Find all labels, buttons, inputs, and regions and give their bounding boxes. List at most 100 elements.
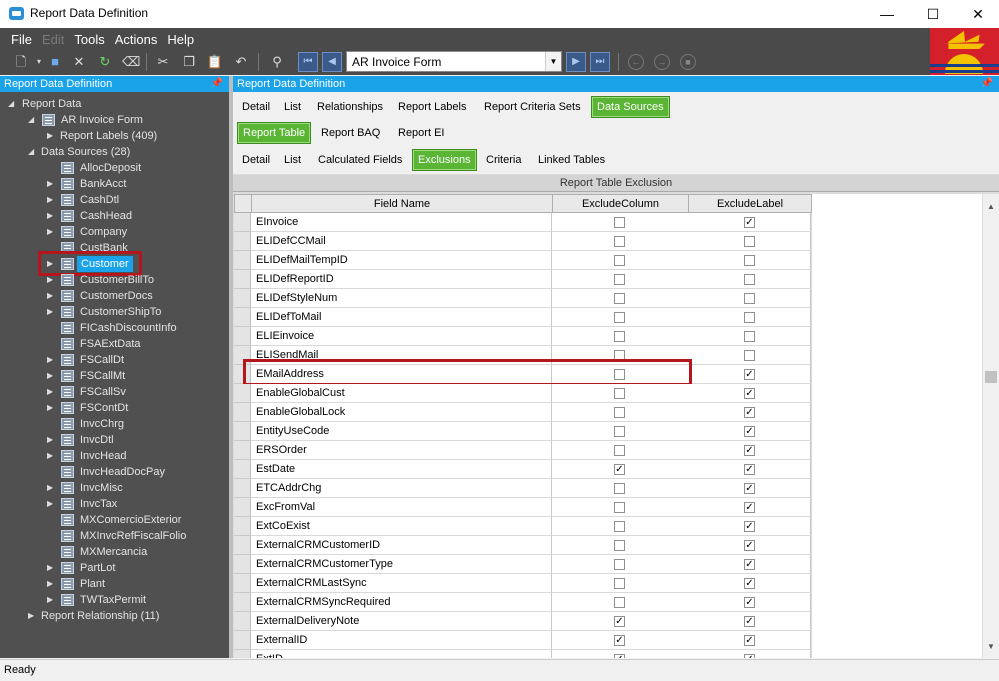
expand-arrow-icon[interactable]: ▶ xyxy=(47,352,56,368)
expand-arrow-icon[interactable]: ▶ xyxy=(47,176,56,192)
tree-node-fscallmt[interactable]: ▶ FSCallMt xyxy=(0,368,229,384)
exclude-label-checkbox[interactable]: ✓ xyxy=(744,217,755,228)
menu-file[interactable]: File xyxy=(6,32,37,48)
clear-icon[interactable]: ⌫ xyxy=(122,53,140,71)
undo-icon[interactable]: ↶ xyxy=(232,53,250,71)
exclude-column-checkbox[interactable] xyxy=(614,236,625,247)
expand-arrow-icon[interactable]: ▶ xyxy=(47,432,56,448)
table-row[interactable]: ExtCoExist ✓ xyxy=(234,517,811,536)
exclude-column-checkbox[interactable]: ✓ xyxy=(614,635,625,646)
table-row[interactable]: EntityUseCode ✓ xyxy=(234,422,811,441)
row-selector[interactable] xyxy=(234,460,251,479)
row-selector[interactable] xyxy=(234,422,251,441)
table-row[interactable]: ELIDefReportID xyxy=(234,270,811,289)
tree-node-customerdocs[interactable]: ▶ CustomerDocs xyxy=(0,288,229,304)
expand-arrow-icon[interactable]: ▶ xyxy=(47,224,56,240)
pin-icon[interactable]: 📌 xyxy=(211,76,223,92)
row-selector[interactable] xyxy=(234,441,251,460)
tab-data-sources[interactable]: Data Sources xyxy=(591,96,670,118)
table-row[interactable]: ExternalCRMCustomerID ✓ xyxy=(234,536,811,555)
table-row[interactable]: EnableGlobalCust ✓ xyxy=(234,384,811,403)
exclude-column-checkbox[interactable] xyxy=(614,312,625,323)
row-selector[interactable] xyxy=(234,384,251,403)
row-selector[interactable] xyxy=(234,650,251,658)
tree-node-customershipto[interactable]: ▶ CustomerShipTo xyxy=(0,304,229,320)
form-select[interactable]: AR Invoice Form ▼ xyxy=(346,51,562,72)
table-row[interactable]: ELIDefToMail xyxy=(234,308,811,327)
tree-node-invcheaddocpay[interactable]: InvcHeadDocPay xyxy=(0,464,229,480)
tree-node-invchead[interactable]: ▶ InvcHead xyxy=(0,448,229,464)
field-name-cell[interactable]: ExternalCRMCustomerID xyxy=(251,536,552,555)
table-row[interactable]: ExternalDeliveryNote ✓ ✓ xyxy=(234,612,811,631)
tab-list[interactable]: List xyxy=(279,96,306,118)
row-selector[interactable] xyxy=(234,612,251,631)
previous-record-icon[interactable]: ◀ xyxy=(322,52,342,72)
field-name-cell[interactable]: ELIEinvoice xyxy=(251,327,552,346)
field-name-cell[interactable]: ExternalCRMLastSync xyxy=(251,574,552,593)
table-row[interactable]: ETCAddrChg ✓ xyxy=(234,479,811,498)
tab-relationships[interactable]: Relationships xyxy=(312,96,388,118)
tree-node-data-sources[interactable]: ◢ Data Sources (28) xyxy=(0,144,229,160)
search-icon[interactable]: ⚲ xyxy=(268,53,286,71)
exclude-column-checkbox[interactable] xyxy=(614,559,625,570)
exclude-label-checkbox[interactable]: ✓ xyxy=(744,464,755,475)
field-name-cell[interactable]: EnableGlobalCust xyxy=(251,384,552,403)
subtab-criteria[interactable]: Criteria xyxy=(481,149,526,171)
field-name-cell[interactable]: EInvoice xyxy=(251,213,552,232)
row-selector[interactable] xyxy=(234,251,251,270)
table-row[interactable]: ELIDefCCMail xyxy=(234,232,811,251)
stop-icon[interactable]: ■ xyxy=(680,54,696,70)
tree-node-mxcomercioexterior[interactable]: MXComercioExterior xyxy=(0,512,229,528)
cut-icon[interactable]: ✂ xyxy=(154,53,172,71)
expand-arrow-icon[interactable]: ▶ xyxy=(47,208,56,224)
collapse-arrow-icon[interactable]: ◢ xyxy=(28,144,37,160)
scroll-thumb[interactable] xyxy=(985,371,997,383)
tree-node-company[interactable]: ▶ Company xyxy=(0,224,229,240)
maximize-button[interactable]: ☐ xyxy=(910,0,956,28)
chevron-down-icon[interactable]: ▼ xyxy=(545,52,561,71)
table-row[interactable]: ELIDefMailTempID xyxy=(234,251,811,270)
field-name-cell[interactable]: ExtID xyxy=(251,650,552,658)
table-row[interactable]: EInvoice ✓ xyxy=(234,213,811,232)
tab-report-labels[interactable]: Report Labels xyxy=(393,96,472,118)
close-button[interactable]: ✕ xyxy=(955,0,999,28)
table-row[interactable]: EstDate ✓ ✓ xyxy=(234,460,811,479)
tree-node-bankacct[interactable]: ▶ BankAcct xyxy=(0,176,229,192)
tree-node-fscontdt[interactable]: ▶ FSContDt xyxy=(0,400,229,416)
tree-node-report-data[interactable]: ◢ Report Data xyxy=(0,96,229,112)
row-selector[interactable] xyxy=(234,555,251,574)
exclude-label-checkbox[interactable]: ✓ xyxy=(744,635,755,646)
field-name-cell[interactable]: ExternalCRMSyncRequired xyxy=(251,593,552,612)
exclude-column-checkbox[interactable] xyxy=(614,255,625,266)
field-name-cell[interactable]: ExtCoExist xyxy=(251,517,552,536)
exclude-column-checkbox[interactable] xyxy=(614,388,625,399)
field-name-cell[interactable]: ELIDefReportID xyxy=(251,270,552,289)
field-name-cell[interactable]: EstDate xyxy=(251,460,552,479)
exclude-label-checkbox[interactable]: ✓ xyxy=(744,483,755,494)
field-name-cell[interactable]: ELIDefStyleNum xyxy=(251,289,552,308)
tab-report-table[interactable]: Report Table xyxy=(237,122,312,144)
row-selector[interactable] xyxy=(234,213,251,232)
exclude-label-checkbox[interactable]: ✓ xyxy=(744,654,755,658)
table-row[interactable]: ELIEinvoice xyxy=(234,327,811,346)
expand-arrow-icon[interactable]: ▶ xyxy=(47,576,56,592)
field-name-cell[interactable]: EnableGlobalLock xyxy=(251,403,552,422)
vertical-scrollbar[interactable]: ▲ ▼ xyxy=(982,194,999,658)
field-name-cell[interactable]: ERSOrder xyxy=(251,441,552,460)
expand-arrow-icon[interactable]: ▶ xyxy=(47,288,56,304)
expand-arrow-icon[interactable]: ▶ xyxy=(47,448,56,464)
next-record-icon[interactable]: ▶ xyxy=(566,52,586,72)
copy-icon[interactable]: ❐ xyxy=(180,53,198,71)
collapse-arrow-icon[interactable]: ◢ xyxy=(28,112,37,128)
exclude-label-checkbox[interactable]: ✓ xyxy=(744,559,755,570)
exclude-label-checkbox[interactable]: ✓ xyxy=(744,426,755,437)
tree-node-customerbillto[interactable]: ▶ CustomerBillTo xyxy=(0,272,229,288)
exclude-column-checkbox[interactable] xyxy=(614,597,625,608)
tree-node-allocdeposit[interactable]: AllocDeposit xyxy=(0,160,229,176)
back-icon[interactable]: ← xyxy=(628,54,644,70)
table-row[interactable]: ExternalCRMLastSync ✓ xyxy=(234,574,811,593)
field-name-cell[interactable]: EntityUseCode xyxy=(251,422,552,441)
tree-node-mxinvcreffiscalfolio[interactable]: MXInvcRefFiscalFolio xyxy=(0,528,229,544)
last-record-icon[interactable]: ⏭ xyxy=(590,52,610,72)
exclude-label-checkbox[interactable]: ✓ xyxy=(744,502,755,513)
